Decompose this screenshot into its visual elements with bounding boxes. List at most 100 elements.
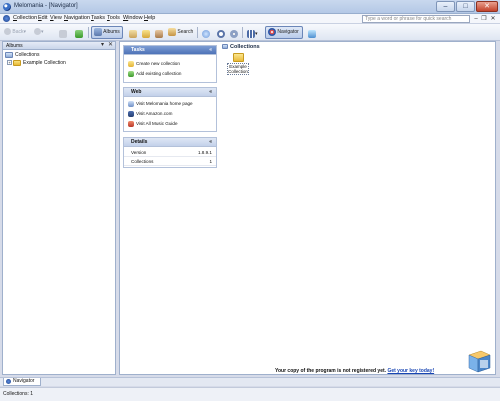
task-label: Create new collection: [136, 61, 180, 66]
web-title: Web: [131, 89, 142, 95]
disc-button[interactable]: [227, 26, 239, 39]
status-text: Collections: 1: [3, 391, 34, 397]
allmusic-link[interactable]: Visit All Music Guide: [128, 120, 178, 127]
help-button[interactable]: [305, 26, 318, 39]
disc-icon: [230, 29, 238, 38]
grid-view-icon: [247, 29, 255, 38]
back-button[interactable]: Back▾: [3, 26, 31, 39]
mdi-close-button[interactable]: ✕: [489, 15, 497, 23]
tree-item-example-collection[interactable]: + Example Collection: [7, 59, 66, 67]
genres-button[interactable]: [139, 26, 151, 39]
detail-key: Collections: [131, 159, 154, 164]
menu-collection[interactable]: Collection: [13, 15, 37, 21]
quick-search-input[interactable]: Type a word or phrase for quick search: [362, 15, 470, 23]
add-collection-link[interactable]: Add existing collection: [128, 70, 181, 77]
detail-key: Version: [131, 150, 147, 155]
window-title: Melomania - [Navigator]: [14, 3, 78, 9]
details-title: Details: [131, 139, 148, 145]
details-header[interactable]: Details «: [124, 138, 216, 147]
menu-view[interactable]: View: [50, 15, 62, 21]
status-bar: Collections: 1: [0, 387, 500, 401]
minimize-button[interactable]: –: [436, 1, 455, 12]
navigator-icon: [268, 27, 276, 36]
amazon-link[interactable]: Visit Amazon.com: [128, 110, 172, 117]
back-arrow-icon: [4, 28, 11, 36]
search-label: Search: [177, 29, 194, 35]
globe-icon: [202, 29, 210, 38]
navigator-label: Navigator: [277, 29, 299, 35]
app-menu-icon[interactable]: [3, 15, 10, 22]
view-mode-button[interactable]: ▾: [244, 26, 262, 39]
collections-icon: [5, 51, 13, 58]
magnifier-icon: [217, 29, 225, 38]
navigator-tab-icon: [6, 379, 11, 384]
menu-tasks[interactable]: Tasks: [91, 15, 105, 21]
tree-item-collections[interactable]: Collections: [5, 51, 39, 59]
close-button[interactable]: ✕: [476, 1, 498, 12]
find-button[interactable]: [214, 26, 226, 39]
panel-close-button[interactable]: ✕: [108, 42, 113, 49]
refresh-button[interactable]: [72, 26, 85, 39]
collection-item-example[interactable]: Example Collection: [227, 53, 249, 79]
tasks-panel: Tasks « Create new collection Add existin…: [123, 45, 217, 83]
task-label: Add existing collection: [136, 71, 182, 76]
web-link-label: Visit Melomania home page: [136, 101, 193, 106]
albums-button[interactable]: Albums: [91, 26, 123, 39]
labels-button[interactable]: [152, 26, 164, 39]
forward-button[interactable]: ▾: [33, 26, 53, 39]
melomania-homepage-link[interactable]: Visit Melomania home page: [128, 100, 193, 107]
tasks-title: Tasks: [131, 47, 145, 53]
web-link-label: Visit All Music Guide: [136, 121, 178, 126]
forward-arrow-icon: [34, 28, 41, 36]
app-icon: [3, 3, 11, 11]
collections-heading-text: Collections: [230, 44, 260, 50]
home-page-icon: [128, 100, 134, 107]
help-icon: [308, 29, 316, 38]
labels-icon: [155, 29, 163, 38]
tree-expander[interactable]: +: [7, 60, 12, 66]
collection-item-label: Example Collection: [227, 63, 249, 75]
tree-item-label: Collections: [15, 52, 40, 58]
menu-navigation[interactable]: Navigation: [64, 15, 90, 21]
new-folder-icon: [128, 60, 134, 67]
menu-help[interactable]: Help: [144, 15, 155, 21]
back-label: Back: [12, 29, 24, 35]
navigator-button[interactable]: Navigator: [265, 26, 303, 39]
get-key-link[interactable]: Get your key today!: [387, 368, 434, 374]
web-header[interactable]: Web «: [124, 88, 216, 97]
collapse-icon[interactable]: «: [209, 138, 212, 147]
navigator-view: Tasks « Create new collection Add existin…: [119, 41, 496, 375]
menu-edit[interactable]: Edit: [38, 15, 47, 21]
genres-icon: [142, 29, 150, 38]
search-icon: [168, 27, 176, 36]
collapse-icon[interactable]: «: [209, 88, 212, 97]
folder-icon: [232, 53, 244, 62]
collapse-icon[interactable]: «: [209, 46, 212, 55]
amazon-icon: [128, 110, 134, 117]
create-collection-link[interactable]: Create new collection: [128, 60, 180, 67]
notice-text: Your copy of the program is not register…: [275, 368, 387, 374]
up-icon: [59, 29, 67, 38]
toolbar: Back▾ ▾ Albums Search ▾ Navigator: [0, 24, 500, 41]
albums-icon: [94, 27, 102, 36]
menu-tools[interactable]: Tools: [107, 15, 120, 21]
detail-row-version: Version 1.8.9.1: [124, 149, 216, 157]
registration-notice: Your copy of the program is not register…: [275, 368, 434, 374]
artists-button[interactable]: [126, 26, 138, 39]
mdi-restore-button[interactable]: ❐: [480, 15, 488, 23]
artists-icon: [129, 29, 137, 38]
search-button[interactable]: Search: [165, 26, 195, 39]
globe-button[interactable]: [199, 26, 211, 39]
up-button[interactable]: [56, 26, 69, 39]
albums-panel-header: Albums ▾ ✕: [3, 42, 115, 50]
tab-navigator[interactable]: Navigator: [3, 378, 41, 386]
mdi-minimize-button[interactable]: –: [472, 15, 480, 23]
bottom-tab-bar: Navigator: [0, 377, 500, 386]
details-panel: Details « Version 1.8.9.1 Collections 1: [123, 137, 217, 168]
maximize-button[interactable]: □: [456, 1, 475, 12]
panel-pin-button[interactable]: ▾: [101, 42, 104, 49]
tasks-header[interactable]: Tasks «: [124, 46, 216, 55]
add-icon: [128, 70, 134, 77]
web-panel: Web « Visit Melomania home page Visit Ama…: [123, 87, 217, 132]
menu-window[interactable]: Window: [123, 15, 143, 21]
